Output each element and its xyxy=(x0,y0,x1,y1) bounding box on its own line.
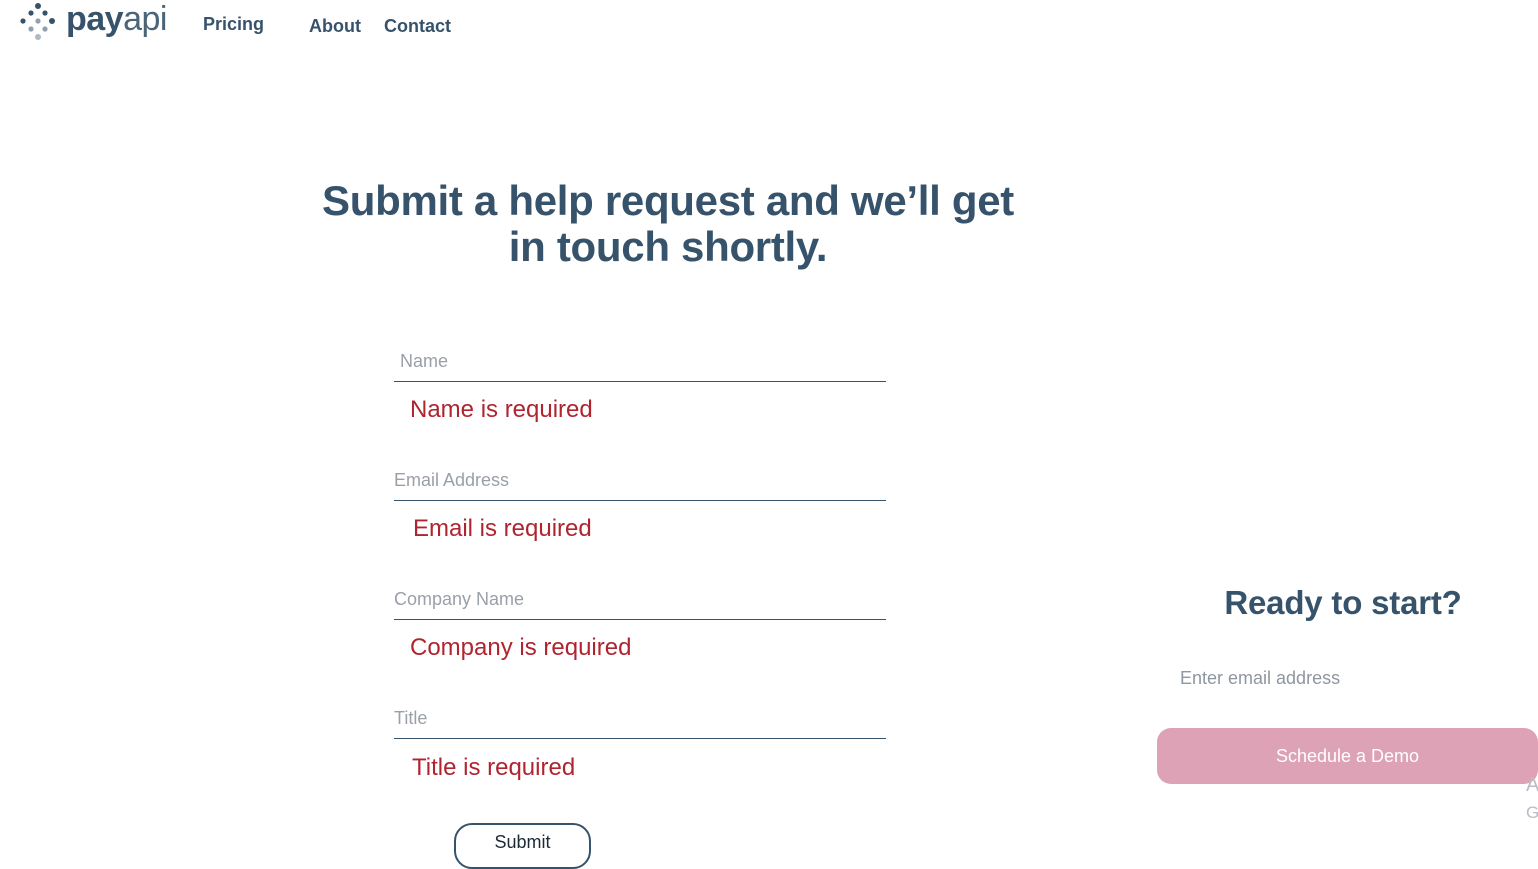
nav-pricing-link[interactable]: Pricing xyxy=(203,14,264,35)
title-error-message: Title is required xyxy=(412,754,576,781)
submit-button[interactable]: Submit xyxy=(454,823,591,869)
company-name-field[interactable] xyxy=(394,580,886,620)
page-title: Submit a help request and we’ll get in t… xyxy=(322,177,1014,270)
brand-name-bold: pay xyxy=(66,0,124,38)
title-field[interactable] xyxy=(394,699,886,739)
clipped-text-g: G xyxy=(1526,803,1538,822)
schedule-demo-button[interactable]: Schedule a Demo xyxy=(1157,728,1538,784)
email-error-message: Email is required xyxy=(413,515,592,542)
company-error-message: Company is required xyxy=(410,634,632,661)
cta-email-field[interactable] xyxy=(1180,662,1520,694)
nav-contact-link[interactable]: Contact xyxy=(384,16,451,37)
nav-about-link[interactable]: About xyxy=(309,16,361,37)
brand-name: payapi xyxy=(66,2,167,36)
name-error-message: Name is required xyxy=(410,396,593,423)
cta-title: Ready to start? xyxy=(1224,584,1462,621)
name-field[interactable] xyxy=(394,342,886,382)
dot-grid-logo-icon xyxy=(20,3,55,40)
clipped-text-a: A xyxy=(1526,774,1538,796)
brand-name-light: api xyxy=(123,0,167,38)
email-field[interactable] xyxy=(394,461,886,501)
logo[interactable]: payapi xyxy=(18,2,167,42)
